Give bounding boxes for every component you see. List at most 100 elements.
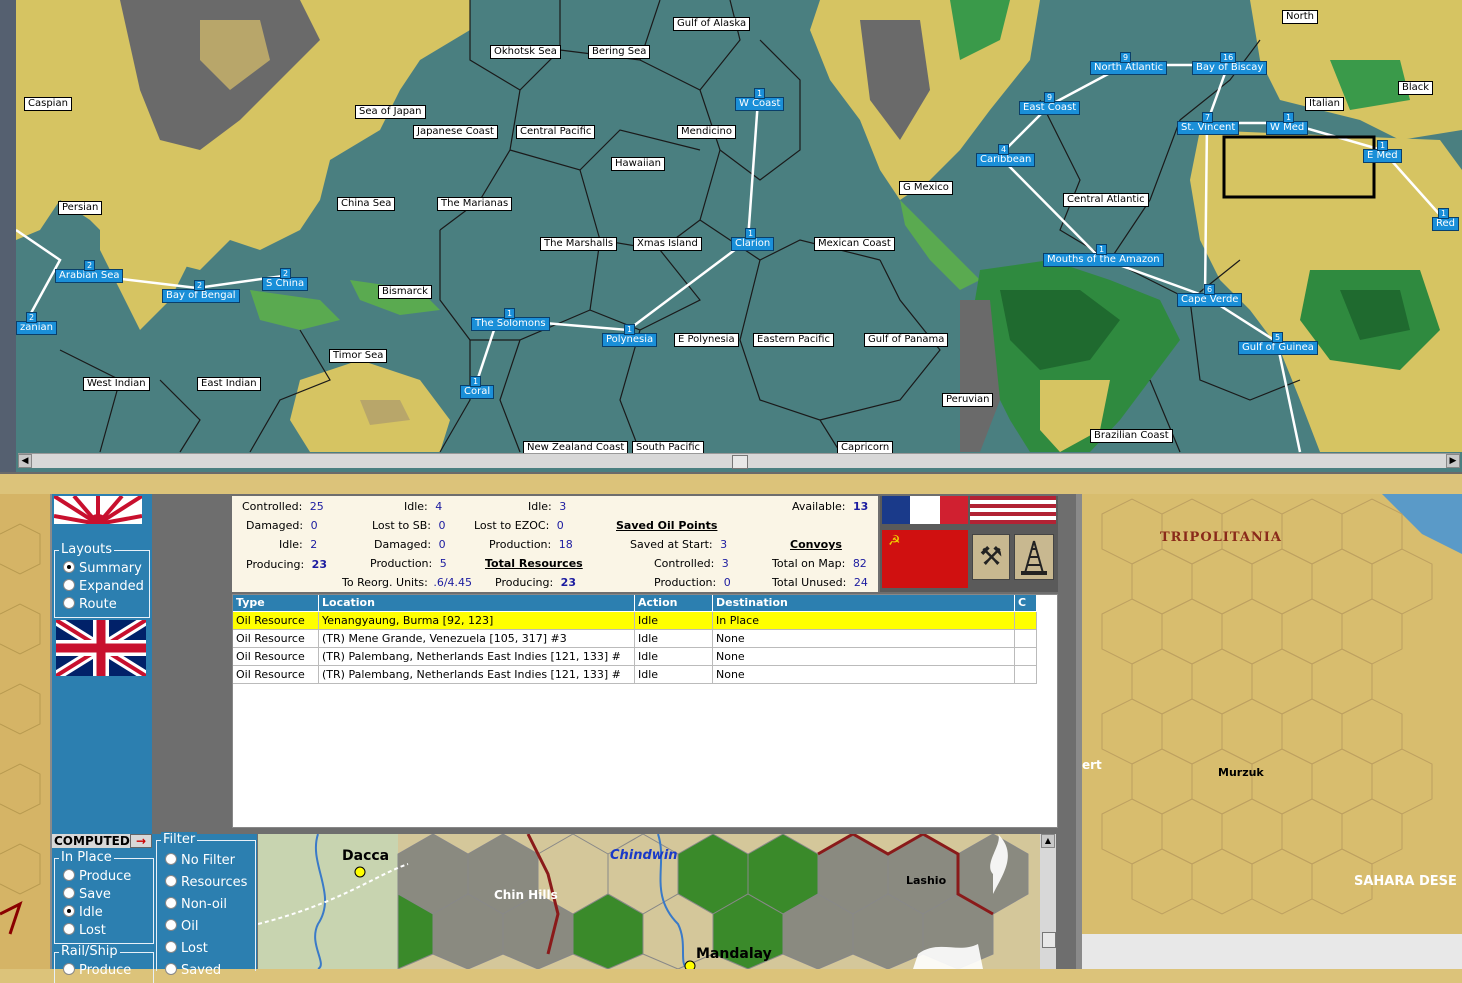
convoys-heading: Convoys (790, 538, 842, 551)
col-header-type[interactable]: Type (233, 595, 319, 611)
sea-zone-label[interactable]: Central Atlantic (1063, 193, 1149, 207)
layout-option-expanded[interactable]: Expanded (63, 579, 144, 594)
sea-zone-label[interactable]: The Marshalls (540, 237, 618, 251)
usa-flag-icon[interactable] (970, 496, 1056, 524)
resource-table[interactable]: Type Location Action Destination C Oil R… (232, 594, 1058, 828)
sea-zone-label[interactable]: Black (1398, 81, 1434, 95)
computed-arrow-button[interactable]: → (130, 834, 152, 848)
convoy-route-label[interactable]: St. Vincent (1177, 121, 1240, 135)
sea-zone-label[interactable]: China Sea (337, 197, 396, 211)
map-place-label[interactable]: Lashio (906, 874, 946, 887)
convoy-route-label[interactable]: The Solomons (471, 317, 550, 331)
table-row[interactable]: Oil Resource (TR) Mene Grande, Venezuela … (233, 630, 1037, 648)
sea-zone-label[interactable]: Central Pacific (516, 125, 596, 139)
in-place-lost[interactable]: Lost (63, 923, 106, 938)
scroll-right-button[interactable]: ▶ (1446, 454, 1460, 468)
table-row[interactable]: Oil Resource Yenangyaung, Burma [92, 123]… (233, 612, 1037, 630)
table-row[interactable]: Oil Resource (TR) Palembang, Netherlands … (233, 666, 1037, 684)
in-place-idle[interactable]: Idle (63, 905, 103, 920)
sea-zone-label[interactable]: Caspian (24, 97, 72, 111)
sea-zone-label[interactable]: Persian (58, 201, 103, 215)
convoy-route-label[interactable]: Arabian Sea (55, 269, 124, 283)
oil-derrick-icon[interactable] (1014, 534, 1054, 580)
sea-zone-label[interactable]: Xmas Island (633, 237, 702, 251)
sea-zone-label[interactable]: Italian (1305, 97, 1345, 111)
convoy-route-label[interactable]: Clarion (731, 237, 775, 251)
right-hex-map[interactable]: TRIPOLITANIA ert Murzuk SAHARA DESE (1082, 494, 1462, 934)
sea-zone-label[interactable]: East Indian (197, 377, 261, 391)
in-place-save[interactable]: Save (63, 887, 111, 902)
convoy-route-label[interactable]: Mouths of the Amazon (1043, 253, 1164, 267)
filter-no-filter[interactable]: No Filter (165, 853, 235, 868)
convoy-route-label[interactable]: East Coast (1019, 101, 1081, 115)
local-hex-map[interactable]: Dacca Chindwin Chin Hills Lashio Mandalay (258, 834, 1040, 969)
convoy-route-label[interactable]: W Med (1266, 121, 1309, 135)
sea-zone-label[interactable]: Mendicino (677, 125, 736, 139)
convoy-route-label[interactable]: Gulf of Guinea (1238, 341, 1318, 355)
table-row[interactable]: Oil Resource (TR) Palembang, Netherlands … (233, 648, 1037, 666)
sea-zone-label[interactable]: West Indian (83, 377, 150, 391)
convoy-route-label[interactable]: Red (1432, 217, 1459, 231)
convoy-route-label[interactable]: Cape Verde (1177, 293, 1243, 307)
convoy-route-label[interactable]: E Med (1363, 149, 1402, 163)
sea-zone-label[interactable]: The Marianas (437, 197, 513, 211)
map-place-label[interactable]: Chindwin (610, 848, 678, 863)
scroll-left-button[interactable]: ◀ (18, 454, 32, 468)
sea-zone-label[interactable]: Gulf of Panama (864, 333, 949, 347)
col-header-location[interactable]: Location (319, 595, 635, 611)
layout-option-summary[interactable]: Summary (63, 561, 142, 576)
mining-tools-icon[interactable]: ⚒ (972, 534, 1010, 580)
convoy-route-label[interactable]: Bay of Biscay (1192, 61, 1268, 75)
rail-ship-produce[interactable]: Produce (63, 963, 131, 978)
map-place-label[interactable]: Mandalay (696, 946, 772, 962)
in-place-produce[interactable]: Produce (63, 869, 131, 884)
sea-zone-label[interactable]: Brazilian Coast (1090, 429, 1173, 443)
sea-zone-label[interactable]: Hawaiian (611, 157, 665, 171)
france-flag-icon[interactable] (882, 496, 968, 524)
cell-type: Oil Resource (233, 612, 319, 630)
sea-zone-label[interactable]: Sea of Japan (355, 105, 426, 119)
convoy-route-label[interactable]: Coral (460, 385, 495, 399)
convoy-count-badge: 1 (470, 376, 482, 387)
convoy-route-label[interactable]: Caribbean (976, 153, 1036, 167)
convoy-route-label[interactable]: W Coast (735, 97, 785, 111)
filter-oil[interactable]: Oil (165, 919, 198, 934)
sea-zone-label[interactable]: Okhotsk Sea (490, 45, 561, 59)
col-header-c[interactable]: C (1015, 595, 1037, 611)
map-place-label[interactable]: Dacca (342, 848, 389, 864)
filter-lost[interactable]: Lost (165, 941, 208, 956)
sea-zone-label[interactable]: Peruvian (942, 393, 994, 407)
convoy-route-label[interactable]: S China (262, 277, 309, 291)
filter-saved[interactable]: Saved (165, 963, 221, 978)
filter-resources[interactable]: Resources (165, 875, 247, 890)
world-map[interactable]: Gulf of Alaska North Okhotsk Sea Bering Sea… (0, 0, 1462, 474)
sea-zone-label[interactable]: Eastern Pacific (753, 333, 834, 347)
sea-zone-label[interactable]: Gulf of Alaska (673, 17, 751, 31)
sea-zone-label[interactable]: North (1282, 10, 1318, 24)
convoy-route-label[interactable]: zanian (16, 321, 57, 335)
col-header-destination[interactable]: Destination (713, 595, 1015, 611)
sea-zone-label[interactable]: Bering Sea (588, 45, 651, 59)
convoy-route-label[interactable]: Bay of Bengal (162, 289, 240, 303)
uk-flag-icon[interactable] (53, 615, 149, 681)
world-map-horizontal-scrollbar[interactable]: ◀ ▶ (18, 453, 1460, 469)
sea-zone-label[interactable]: G Mexico (899, 181, 953, 195)
map-place-label[interactable]: Chin Hills (494, 888, 558, 902)
convoy-route-label[interactable]: North Atlantic (1090, 61, 1168, 75)
sea-zone-label[interactable]: Mexican Coast (814, 237, 895, 251)
scroll-up-button[interactable]: ▲ (1041, 834, 1055, 848)
scroll-thumb[interactable] (732, 455, 748, 469)
local-map-vertical-scrollbar[interactable]: ▲ (1040, 834, 1056, 969)
convoy-route-label[interactable]: Polynesia (602, 333, 658, 347)
vscroll-thumb[interactable] (1042, 932, 1056, 948)
filter-non-oil[interactable]: Non-oil (165, 897, 227, 912)
col-header-action[interactable]: Action (635, 595, 713, 611)
sea-zone-label[interactable]: E Polynesia (674, 333, 739, 347)
japan-flag-icon[interactable] (54, 496, 142, 524)
layout-option-route[interactable]: Route (63, 597, 117, 612)
sea-zone-label[interactable]: Japanese Coast (413, 125, 498, 139)
sea-zone-label[interactable]: Bismarck (378, 285, 432, 299)
ussr-flag-icon[interactable]: ☭ (882, 530, 968, 588)
convoy-count-badge: 9 (1044, 92, 1056, 103)
sea-zone-label[interactable]: Timor Sea (329, 349, 388, 363)
